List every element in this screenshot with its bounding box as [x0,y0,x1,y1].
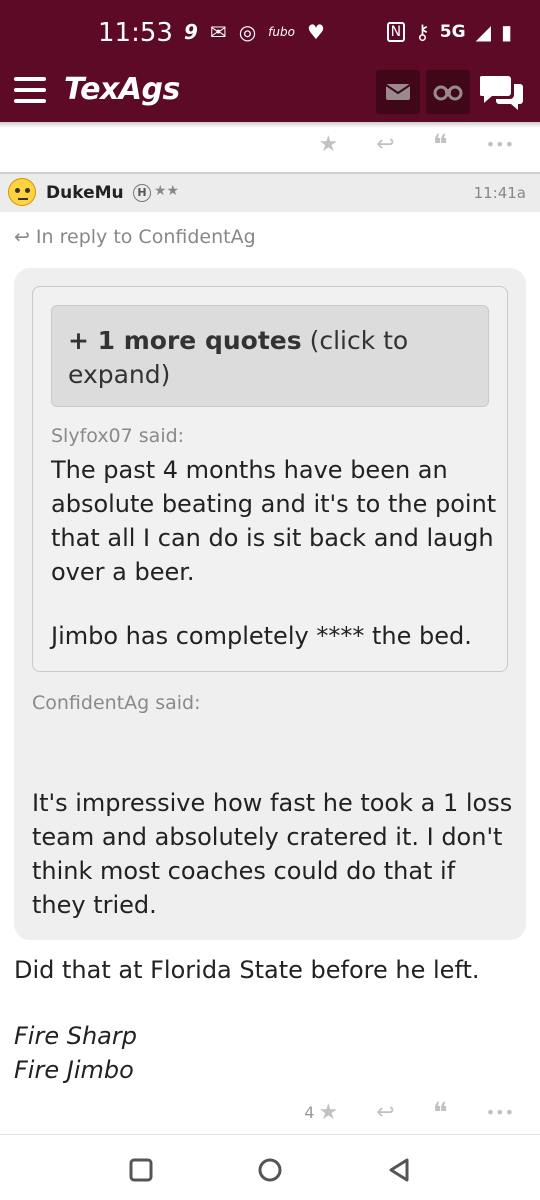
back-button[interactable] [382,1153,416,1187]
brand-logo[interactable]: TexAgs [64,72,180,107]
reply-to-text: In reply to ConfidentAg [35,226,256,248]
envelope-icon [385,84,411,100]
user-rank-stars: ★★ [154,183,180,199]
star-icon[interactable]: ★ [318,1100,338,1125]
recents-button[interactable] [124,1153,158,1187]
signature: Fire Sharp Fire Jimbo [14,1019,137,1087]
messages-button[interactable] [376,70,420,114]
user-badge: H [133,184,151,202]
binoculars-icon [433,85,463,101]
username[interactable]: DukeMu [46,183,124,203]
post-actions: 4 ★ ↩ ❝ ••• [0,1090,540,1134]
square-icon [129,1158,153,1182]
quote-text: The past 4 months have been an absolute … [51,453,497,653]
signature-line: Fire Jimbo [14,1056,134,1084]
nfc-icon: N [386,22,406,42]
status-bar: 11:53 9 ✉ ◎ fubo ♥ N ⚷ 5G ◢ ▮ [0,0,540,60]
more-icon[interactable]: ••• [486,1103,514,1122]
quote-text: It's impressive how fast he took a 1 los… [32,789,513,919]
more-icon[interactable]: ••• [486,135,514,154]
fubo-icon: fubo [268,25,295,39]
star-count: 4 [304,1102,315,1122]
quote-icon[interactable]: ❝ [433,1096,448,1129]
key-icon: ⚷ [415,20,430,44]
signal-icon: ◢ [475,20,491,44]
reply-arrow-icon: ↩ [14,226,30,248]
status-notification-icons: 9 ✉ ◎ fubo ♥ [184,20,325,44]
quote-paragraph: The past 4 months have been an absolute … [51,456,497,586]
quote-author: Slyfox07 said: [51,425,185,447]
menu-icon[interactable] [14,77,46,103]
notification-icon: 9 [184,20,198,44]
home-button[interactable] [253,1153,287,1187]
expand-quotes-count: + 1 more quotes [68,326,302,355]
inner-quote: + 1 more quotes (click to expand) Slyfox… [32,286,508,672]
network-5g-icon: 5G [439,22,466,42]
triangle-back-icon [389,1158,409,1182]
quote-icon[interactable]: ❝ [433,128,448,161]
outer-quote: + 1 more quotes (click to expand) Slyfox… [14,268,526,940]
post-header: DukeMu H ★★ 11:41a [0,174,540,212]
watch-button[interactable] [426,70,470,114]
app-header: TexAgs [0,60,540,122]
quote-paragraph: Jimbo has completely **** the bed. [51,622,472,650]
previous-post-actions: ★ ↩ ❝ ••• [0,122,540,166]
instagram-icon: ◎ [238,20,257,44]
battery-icon: ▮ [500,20,512,44]
avatar[interactable] [8,178,36,206]
iheart-icon: ♥ [306,20,325,44]
mail-icon: ✉ [209,20,227,44]
post-time: 11:41a [473,184,526,202]
chat-bubbles-icon [479,76,523,110]
reply-to-link[interactable]: ↩ In reply to ConfidentAg [14,226,256,248]
system-nav-bar [0,1134,540,1200]
post-body: Did that at Florida State before he left… [14,956,480,984]
circle-icon [258,1158,282,1182]
signature-line: Fire Sharp [14,1022,137,1050]
chat-button[interactable] [479,72,524,112]
quote-author: ConfidentAg said: [32,692,201,714]
expand-quotes-button[interactable]: + 1 more quotes (click to expand) [51,305,489,407]
status-time: 11:53 [98,18,173,48]
status-system-icons: N ⚷ 5G ◢ ▮ [386,20,512,44]
reply-icon[interactable]: ↩ [376,132,394,157]
star-icon[interactable]: ★ [318,132,338,157]
reply-icon[interactable]: ↩ [376,1100,394,1125]
